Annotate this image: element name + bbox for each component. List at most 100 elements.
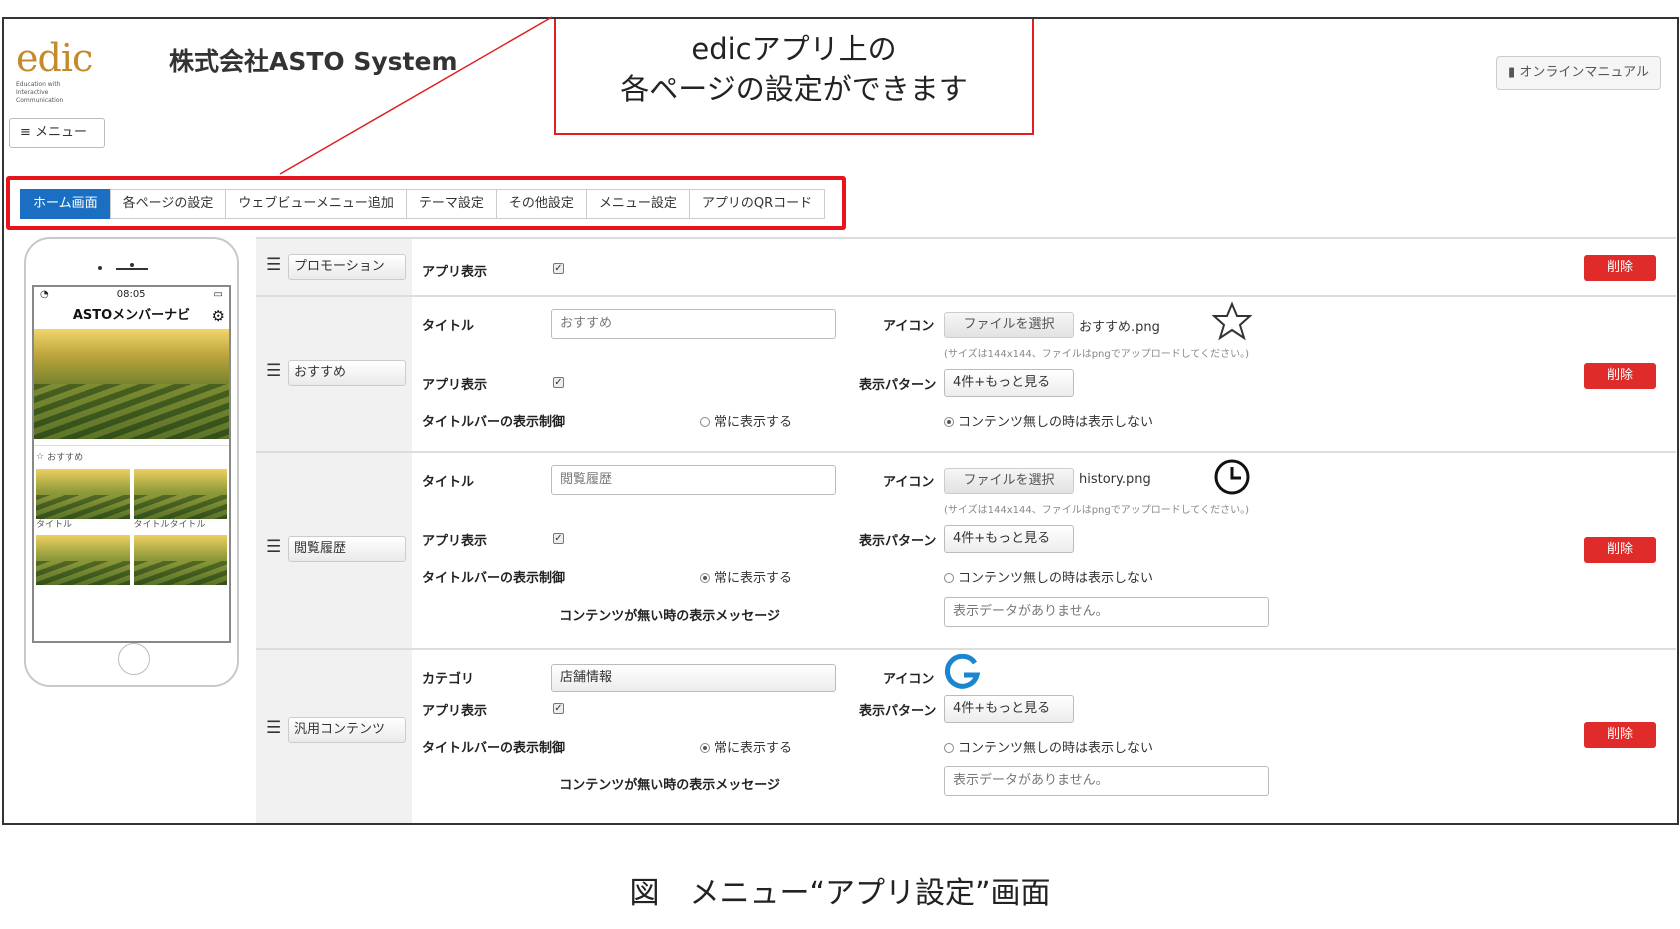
wifi-icon: ◔ bbox=[40, 289, 49, 300]
settings-row-history: ☰ 閲覧履歴 タイトル 閲覧履歴 アイコン ファイルを選択 history.pn… bbox=[256, 451, 1676, 648]
app-window: edic Education with Interactive Communic… bbox=[2, 17, 1679, 825]
row-name-field[interactable]: 汎用コンテンツ bbox=[288, 717, 406, 743]
g-logo-icon bbox=[944, 654, 981, 689]
pattern-label: 表示パターン bbox=[859, 534, 937, 549]
pattern-select[interactable]: 4件+もっと見る bbox=[944, 525, 1074, 553]
title-label: タイトル bbox=[422, 319, 475, 334]
phone-thumb-image bbox=[133, 535, 227, 585]
phone-thumb-caption: タイトル bbox=[36, 520, 73, 530]
delete-button[interactable]: 削除 bbox=[1584, 537, 1656, 563]
pattern-label: 表示パターン bbox=[859, 378, 937, 393]
app-display-checkbox[interactable]: ✓ bbox=[553, 263, 564, 274]
hide-when-empty-radio[interactable]: コンテンツ無しの時は表示しない bbox=[944, 567, 1153, 586]
gear-icon: ⚙ bbox=[211, 307, 225, 325]
logo-tagline: Education with Interactive Communication bbox=[16, 81, 64, 104]
always-show-radio[interactable]: 常に表示する bbox=[700, 411, 792, 430]
annotation-callout: edicアプリ上の 各ページの設定ができます bbox=[554, 19, 1034, 135]
drag-handle-icon[interactable]: ☰ bbox=[266, 537, 281, 557]
settings-row-general: ☰ 汎用コンテンツ カテゴリ 店舗情報 アイコン アプリ表示 ✓ 表示パターン … bbox=[256, 648, 1676, 823]
phone-thumb-item: タイトル bbox=[36, 469, 130, 531]
phone-app-title: ASTOメンバーナビ bbox=[72, 308, 191, 323]
titlebar-control-label: タイトルバーの表示制御 bbox=[422, 415, 566, 430]
icon-label: アイコン bbox=[883, 319, 935, 334]
star-icon: ☆ bbox=[36, 451, 45, 462]
phone-thumb-caption: タイトルタイトル bbox=[133, 520, 206, 530]
delete-button[interactable]: 削除 bbox=[1584, 255, 1656, 281]
phone-thumb-item bbox=[133, 535, 227, 585]
delete-button[interactable]: 削除 bbox=[1584, 722, 1656, 748]
icon-size-hint: (サイズは144x144、ファイルはpngでアップロードしてください。) bbox=[944, 349, 1250, 360]
titlebar-control-label: タイトルバーの表示制御 bbox=[422, 571, 566, 586]
always-show-label: 常に表示する bbox=[714, 415, 793, 430]
tabs-highlight-box bbox=[6, 176, 846, 230]
page-settings-list: ☰ プロモーション アプリ表示 ✓ 削除 ☰ おすすめ タイトル おすすめ アイ… bbox=[256, 237, 1676, 823]
settings-row-recommend: ☰ おすすめ タイトル おすすめ アイコン ファイルを選択 おすすめ.png (… bbox=[256, 295, 1676, 451]
row-name-field[interactable]: おすすめ bbox=[288, 360, 406, 386]
icon-file-name: おすすめ.png bbox=[1079, 320, 1160, 335]
always-show-label: 常に表示する bbox=[714, 741, 793, 756]
phone-thumb-image bbox=[133, 469, 227, 519]
phone-status-bar: ◔ 08:05 ▭ bbox=[34, 287, 229, 303]
empty-message-input[interactable]: 表示データがありません。 bbox=[944, 597, 1269, 627]
phone-app-bar: ASTOメンバーナビ ⚙ bbox=[34, 303, 229, 329]
star-icon bbox=[1212, 301, 1252, 341]
menu-button[interactable]: ≡ メニュー bbox=[9, 118, 105, 148]
icon-label: アイコン bbox=[883, 672, 935, 687]
hide-when-empty-label: コンテンツ無しの時は表示しない bbox=[958, 415, 1154, 430]
company-name: 株式会社ASTO System bbox=[169, 47, 458, 76]
title-label: タイトル bbox=[422, 475, 475, 490]
phone-home-button bbox=[118, 643, 150, 675]
title-input[interactable]: おすすめ bbox=[551, 309, 836, 339]
phone-thumb-image bbox=[36, 535, 130, 585]
icon-size-hint: (サイズは144x144、ファイルはpngでアップロードしてください。) bbox=[944, 505, 1250, 516]
category-select[interactable]: 店舗情報 bbox=[551, 664, 836, 692]
callout-line-1: edicアプリ上の bbox=[691, 32, 897, 66]
category-label: カテゴリ bbox=[422, 672, 475, 687]
always-show-radio[interactable]: 常に表示する bbox=[700, 567, 792, 586]
phone-screen: ◔ 08:05 ▭ ASTOメンバーナビ ⚙ ☆ おすすめ タイトル タイトルタイ… bbox=[32, 285, 231, 643]
icon-file-name: history.png bbox=[1079, 472, 1151, 487]
app-display-label: アプリ表示 bbox=[422, 534, 488, 549]
app-display-label: アプリ表示 bbox=[422, 378, 488, 393]
app-display-checkbox[interactable]: ✓ bbox=[553, 533, 564, 544]
callout-line-2: 各ページの設定ができます bbox=[620, 72, 968, 106]
phone-thumb-item: タイトルタイトル bbox=[133, 469, 227, 531]
phone-thumb-grid: タイトル タイトルタイトル bbox=[34, 465, 229, 589]
empty-message-label: コンテンツが無い時の表示メッセージ bbox=[559, 778, 780, 793]
drag-handle-icon[interactable]: ☰ bbox=[266, 255, 281, 275]
hide-when-empty-radio[interactable]: コンテンツ無しの時は表示しない bbox=[944, 737, 1153, 756]
icon-label: アイコン bbox=[883, 475, 935, 490]
logo-wordmark: edic bbox=[16, 36, 93, 80]
drag-handle-icon[interactable]: ☰ bbox=[266, 361, 281, 381]
file-select-button[interactable]: ファイルを選択 bbox=[944, 468, 1074, 494]
app-display-checkbox[interactable]: ✓ bbox=[553, 703, 564, 714]
phone-time: 08:05 bbox=[116, 289, 146, 300]
edic-logo: edic Education with Interactive Communic… bbox=[16, 39, 96, 105]
app-display-checkbox[interactable]: ✓ bbox=[553, 377, 564, 388]
hide-when-empty-label: コンテンツ無しの時は表示しない bbox=[958, 571, 1154, 586]
settings-content: ◔ 08:05 ▭ ASTOメンバーナビ ⚙ ☆ おすすめ タイトル タイトルタイ… bbox=[24, 237, 1677, 823]
title-input[interactable]: 閲覧履歴 bbox=[551, 465, 836, 495]
empty-message-input[interactable]: 表示データがありません。 bbox=[944, 766, 1269, 796]
pattern-select[interactable]: 4件+もっと見る bbox=[944, 369, 1074, 397]
row-name-field[interactable]: プロモーション bbox=[288, 254, 406, 280]
phone-preview: ◔ 08:05 ▭ ASTOメンバーナビ ⚙ ☆ おすすめ タイトル タイトルタイ… bbox=[24, 237, 239, 687]
drag-handle-icon[interactable]: ☰ bbox=[266, 718, 281, 738]
always-show-radio[interactable]: 常に表示する bbox=[700, 737, 792, 756]
pattern-select[interactable]: 4件+もっと見る bbox=[944, 695, 1074, 723]
online-manual-button[interactable]: ▮ オンラインマニュアル bbox=[1496, 56, 1661, 90]
online-manual-label: オンラインマニュアル bbox=[1519, 65, 1649, 80]
row-name-field[interactable]: 閲覧履歴 bbox=[288, 536, 406, 562]
figure-caption: 図 メニュー“アプリ設定”画面 bbox=[629, 876, 1051, 911]
phone-thumb-item bbox=[36, 535, 130, 585]
file-select-button[interactable]: ファイルを選択 bbox=[944, 312, 1074, 338]
clock-icon bbox=[1214, 459, 1250, 495]
always-show-label: 常に表示する bbox=[714, 571, 793, 586]
phone-camera bbox=[98, 261, 148, 273]
delete-button[interactable]: 削除 bbox=[1584, 363, 1656, 389]
phone-hero-image bbox=[34, 329, 229, 439]
hide-when-empty-radio[interactable]: コンテンツ無しの時は表示しない bbox=[944, 411, 1153, 430]
app-display-label: アプリ表示 bbox=[422, 704, 488, 719]
book-icon: ▮ bbox=[1508, 65, 1520, 80]
pattern-label: 表示パターン bbox=[859, 704, 937, 719]
